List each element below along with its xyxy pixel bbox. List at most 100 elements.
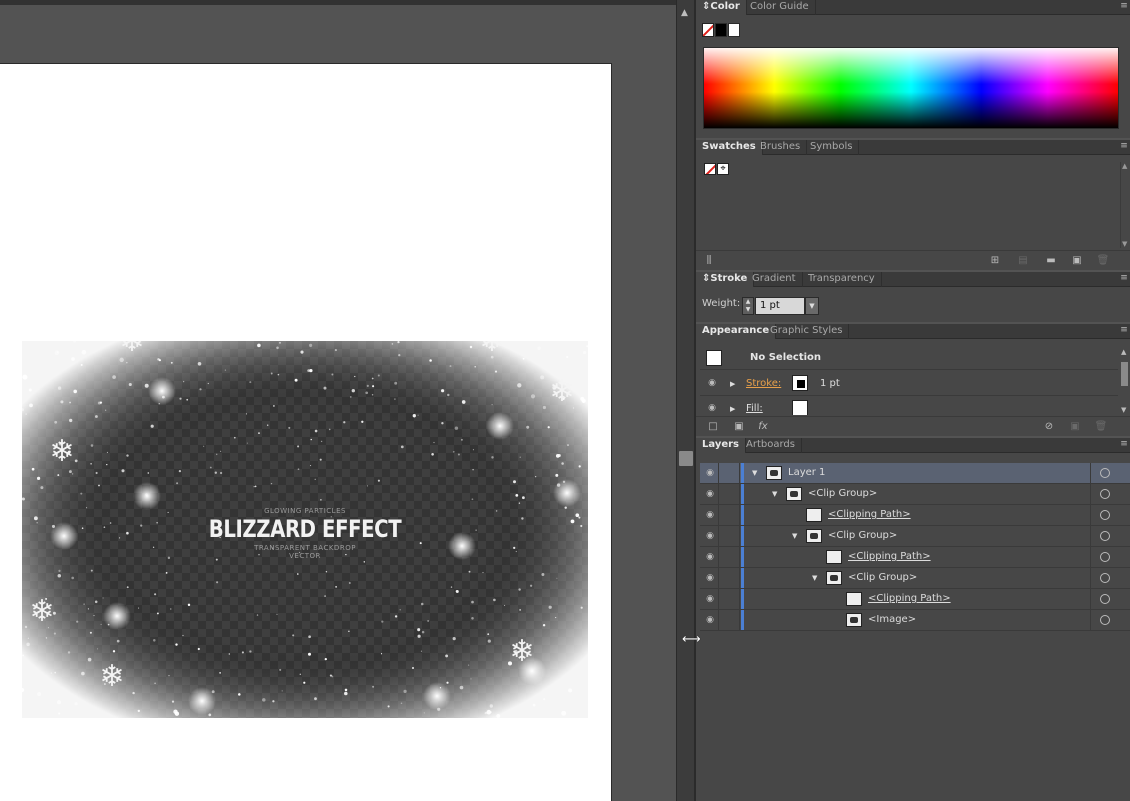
stroke-color-swatch[interactable] bbox=[792, 375, 808, 391]
tab-swatches[interactable]: Swatches bbox=[696, 140, 763, 155]
swatches-scrollbar[interactable]: ▲ ▼ bbox=[1120, 162, 1130, 248]
add-effect-fx-icon[interactable]: fx bbox=[756, 420, 770, 434]
visibility-eye-icon[interactable]: ◉ bbox=[704, 615, 716, 625]
layer-name[interactable]: <Clipping Path> bbox=[868, 593, 951, 604]
black-chip[interactable] bbox=[715, 23, 727, 37]
delete-item-icon[interactable]: 🗑 bbox=[1094, 420, 1108, 434]
visibility-eye-icon[interactable]: ◉ bbox=[704, 510, 716, 520]
white-chip[interactable] bbox=[728, 23, 740, 37]
clear-appearance-icon[interactable]: ⊘ bbox=[1042, 420, 1056, 434]
disclosure-triangle-icon[interactable]: ▼ bbox=[812, 574, 817, 582]
new-swatch-icon[interactable]: ▣ bbox=[1070, 254, 1084, 268]
weight-stepper[interactable]: ▲ ▼ bbox=[742, 297, 754, 315]
scroll-up-arrow-icon[interactable]: ▲ bbox=[681, 8, 688, 18]
layer-row[interactable]: ◉ <Clipping Path> bbox=[700, 547, 1130, 568]
layer-row-layer-1[interactable]: ◉ ▼ Layer 1 bbox=[700, 463, 1130, 484]
add-new-fill-icon[interactable]: ▣ bbox=[732, 420, 746, 434]
fill-color-swatch[interactable] bbox=[792, 400, 808, 415]
new-color-group-icon[interactable]: ▬ bbox=[1044, 254, 1058, 268]
layer-row[interactable]: ◉ <Clipping Path> bbox=[700, 589, 1130, 610]
disclosure-triangle-icon[interactable]: ▼ bbox=[792, 532, 797, 540]
layer-name[interactable]: <Clip Group> bbox=[828, 530, 897, 541]
panel-menu-icon[interactable]: ≡ bbox=[1118, 1, 1130, 12]
layer-name[interactable]: <Image> bbox=[868, 614, 916, 625]
artboard[interactable]: ❄ ❄ ❄ ❄ ❄ ❄ ❄ GLOWING PARTICLES BLIZZARD EFFEC… bbox=[0, 63, 612, 801]
tab-color[interactable]: ⇕Color bbox=[696, 0, 747, 15]
visibility-eye-icon[interactable]: ◉ bbox=[704, 573, 716, 583]
scroll-up-icon[interactable]: ▲ bbox=[1121, 348, 1126, 356]
layer-row[interactable]: ◉ <Image> bbox=[700, 610, 1130, 631]
layer-name[interactable]: <Clipping Path> bbox=[828, 509, 911, 520]
target-circle-icon[interactable] bbox=[1100, 468, 1110, 478]
tab-color-guide[interactable]: Color Guide bbox=[744, 0, 816, 15]
target-circle-icon[interactable] bbox=[1100, 552, 1110, 562]
scroll-thumb[interactable] bbox=[679, 451, 693, 466]
lock-toggle[interactable] bbox=[718, 505, 740, 525]
scroll-up-icon[interactable]: ▲ bbox=[1122, 162, 1127, 170]
color-spectrum[interactable] bbox=[703, 47, 1119, 129]
target-circle-icon[interactable] bbox=[1100, 615, 1110, 625]
disclosure-triangle-icon[interactable]: ▼ bbox=[772, 490, 777, 498]
lock-toggle[interactable] bbox=[718, 484, 740, 504]
visibility-eye-icon[interactable]: ◉ bbox=[704, 594, 716, 604]
show-swatch-kinds-icon[interactable]: ⊞ bbox=[988, 254, 1002, 268]
lock-toggle[interactable] bbox=[718, 526, 740, 546]
swatch-options-icon[interactable]: ▤ bbox=[1016, 254, 1030, 268]
target-circle-icon[interactable] bbox=[1100, 489, 1110, 499]
tab-graphic-styles[interactable]: Graphic Styles bbox=[764, 324, 850, 339]
tab-symbols[interactable]: Symbols bbox=[804, 140, 860, 155]
target-circle-icon[interactable] bbox=[1100, 594, 1110, 604]
duplicate-item-icon[interactable]: ▣ bbox=[1068, 420, 1082, 434]
scroll-down-icon[interactable]: ▼ bbox=[1121, 406, 1126, 414]
layer-row[interactable]: ◉ ▼ <Clip Group> bbox=[700, 568, 1130, 589]
layer-name[interactable]: <Clipping Path> bbox=[848, 551, 931, 562]
tab-layers[interactable]: Layers bbox=[696, 438, 746, 453]
lock-toggle[interactable] bbox=[718, 547, 740, 567]
eye-icon[interactable]: ◉ bbox=[706, 378, 718, 388]
panel-menu-icon[interactable]: ≡ bbox=[1118, 325, 1130, 336]
canvas-area[interactable]: ❄ ❄ ❄ ❄ ❄ ❄ ❄ GLOWING PARTICLES BLIZZARD EFFEC… bbox=[0, 5, 676, 801]
layer-name[interactable]: <Clip Group> bbox=[808, 488, 877, 499]
panel-menu-icon[interactable]: ≡ bbox=[1118, 141, 1130, 152]
visibility-eye-icon[interactable]: ◉ bbox=[704, 489, 716, 499]
stroke-attribute-label[interactable]: Stroke: bbox=[746, 378, 781, 389]
delete-swatch-icon[interactable]: 🗑 bbox=[1096, 254, 1110, 268]
target-circle-icon[interactable] bbox=[1100, 510, 1110, 520]
tab-transparency[interactable]: Transparency bbox=[802, 272, 882, 287]
fill-attribute-label[interactable]: Fill: bbox=[746, 403, 763, 414]
lock-toggle[interactable] bbox=[718, 568, 740, 588]
target-circle-icon[interactable] bbox=[1100, 531, 1110, 541]
layer-row[interactable]: ◉ ▼ <Clip Group> bbox=[700, 526, 1130, 547]
panel-menu-icon[interactable]: ≡ bbox=[1118, 273, 1130, 284]
lock-toggle[interactable] bbox=[718, 463, 740, 483]
none-swatch[interactable] bbox=[704, 163, 716, 175]
weight-field[interactable]: 1 pt bbox=[755, 297, 805, 315]
scroll-down-icon[interactable]: ▼ bbox=[1122, 240, 1127, 248]
registration-swatch-icon[interactable]: ⌖ bbox=[717, 163, 729, 175]
appearance-stroke-row[interactable]: ◉ ▶ Stroke: 1 pt bbox=[700, 372, 1118, 396]
tab-artboards[interactable]: Artboards bbox=[740, 438, 802, 453]
scroll-thumb[interactable] bbox=[1121, 362, 1128, 386]
layer-name[interactable]: <Clip Group> bbox=[848, 572, 917, 583]
layer-name[interactable]: Layer 1 bbox=[788, 467, 825, 478]
layer-row[interactable]: ◉ <Clipping Path> bbox=[700, 505, 1130, 526]
target-circle-icon[interactable] bbox=[1100, 573, 1110, 583]
lock-toggle[interactable] bbox=[718, 589, 740, 609]
visibility-eye-icon[interactable]: ◉ bbox=[704, 531, 716, 541]
panel-menu-icon[interactable]: ≡ bbox=[1118, 439, 1130, 450]
weight-dropdown-button[interactable]: ▼ bbox=[805, 297, 819, 315]
expand-triangle-icon[interactable]: ▶ bbox=[730, 405, 735, 413]
layer-row[interactable]: ◉ ▼ <Clip Group> bbox=[700, 484, 1130, 505]
swatch-libraries-menu-icon[interactable]: ⫼ bbox=[702, 254, 716, 268]
tab-brushes[interactable]: Brushes bbox=[754, 140, 808, 155]
blizzard-artwork[interactable]: ❄ ❄ ❄ ❄ ❄ ❄ ❄ GLOWING PARTICLES BLIZZARD EFFEC… bbox=[22, 341, 588, 718]
appearance-scrollbar[interactable]: ▲ ▼ bbox=[1120, 346, 1130, 414]
expand-triangle-icon[interactable]: ▶ bbox=[730, 380, 735, 388]
appearance-fill-row[interactable]: ◉ ▶ Fill: bbox=[700, 397, 1118, 415]
add-new-stroke-icon[interactable]: □ bbox=[706, 420, 720, 434]
visibility-eye-icon[interactable]: ◉ bbox=[704, 468, 716, 478]
disclosure-triangle-icon[interactable]: ▼ bbox=[752, 469, 757, 477]
lock-toggle[interactable] bbox=[718, 610, 740, 630]
visibility-eye-icon[interactable]: ◉ bbox=[704, 552, 716, 562]
canvas-vertical-scrollbar[interactable]: ▲ bbox=[676, 0, 694, 801]
